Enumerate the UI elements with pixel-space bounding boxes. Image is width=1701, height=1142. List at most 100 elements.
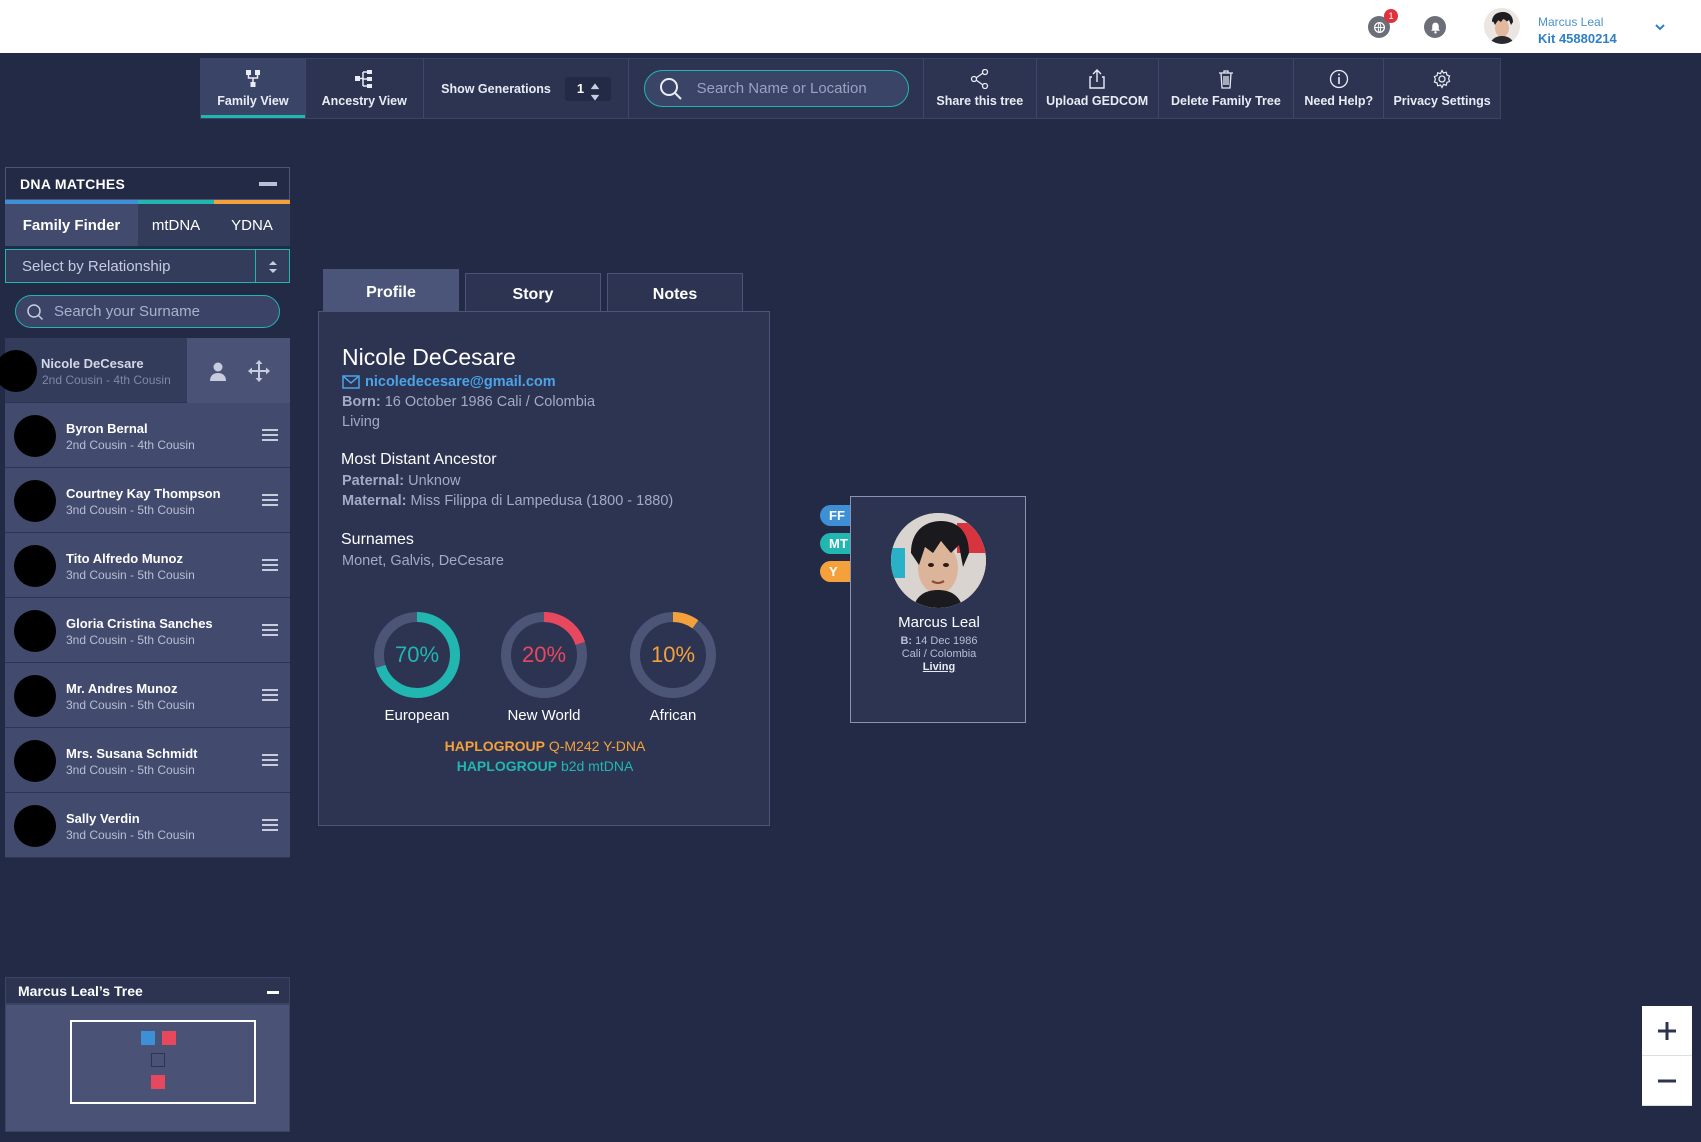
dna-tabs: Family Finder mtDNA YDNA [5, 204, 290, 246]
match-relation: 3nd Cousin - 5th Cousin [66, 828, 195, 842]
avatar [14, 545, 56, 587]
profile-email-link[interactable]: nicoledecesare@gmail.com [342, 374, 556, 390]
search-icon [27, 303, 44, 320]
profile-name: Nicole DeCesare [342, 344, 516, 370]
stepper-arrows-icon[interactable] [585, 82, 605, 102]
profile-status: Living [342, 414, 380, 430]
hamburger-icon[interactable] [262, 624, 278, 636]
tab-notes[interactable]: Notes [607, 273, 743, 315]
dna-matches-title: DNA MATCHES [20, 175, 126, 192]
mini-tree-map[interactable] [5, 1004, 290, 1132]
list-item[interactable]: Mrs. Susana Schmidt 3nd Cousin - 5th Cou… [5, 728, 290, 793]
surnames-value: Monet, Galvis, DeCesare [342, 553, 504, 569]
haplogroup-label: HAPLOGROUP [456, 758, 558, 774]
match-name: Gloria Cristina Sanches [66, 616, 213, 631]
envelope-icon [342, 375, 360, 389]
delete-tree-button[interactable]: Delete Family Tree [1159, 59, 1295, 118]
profile-born: Born: 16 October 1986 Cali / Colombia [342, 394, 595, 410]
hamburger-icon[interactable] [262, 559, 278, 571]
ydna-haplogroup: HAPLOGROUP Q-M242 Y-DNA [319, 738, 771, 754]
list-item[interactable]: Tito Alfredo Munoz 3nd Cousin - 5th Cous… [5, 533, 290, 598]
hamburger-icon[interactable] [262, 689, 278, 701]
match-list: Nicole DeCesare 2nd Cousin - 4th Cousin … [0, 338, 290, 858]
minus-icon [1658, 1079, 1676, 1082]
share-tree-button[interactable]: Share this tree [924, 59, 1037, 118]
select-arrows-icon [269, 261, 277, 273]
mini-node [141, 1031, 155, 1045]
bell-icon[interactable] [1424, 16, 1446, 38]
ethnicity-label: European [384, 707, 450, 724]
node-status-link[interactable]: Living [851, 661, 1027, 673]
notification-badge: 1 [1384, 9, 1398, 23]
need-help-label: Need Help? [1304, 94, 1374, 108]
profile-email: nicoledecesare@gmail.com [365, 374, 556, 390]
surname-search-input[interactable]: Search your Surname [15, 295, 280, 328]
collapse-icon[interactable] [259, 182, 277, 186]
match-relation: 3nd Cousin - 5th Cousin [66, 503, 195, 517]
tab-story[interactable]: Story [465, 273, 601, 315]
list-item[interactable]: Mr. Andres Munoz 3nd Cousin - 5th Cousin [5, 663, 290, 728]
avatar[interactable] [1484, 8, 1520, 44]
haplogroup-label: HAPLOGROUP [444, 738, 545, 754]
avatar [14, 675, 56, 717]
mtdna-value: b2d mtDNA [560, 758, 634, 774]
hamburger-icon[interactable] [262, 429, 278, 441]
maternal-line: Maternal: Miss Filippa di Lampedusa (180… [342, 493, 673, 509]
avatar [14, 740, 56, 782]
hamburger-icon[interactable] [262, 494, 278, 506]
user-name[interactable]: Marcus Leal [1538, 15, 1603, 29]
match-relation: 3nd Cousin - 5th Cousin [66, 633, 195, 647]
surname-search-placeholder: Search your Surname [54, 303, 200, 320]
ethnicity-label: New World [507, 707, 581, 724]
viewport-frame[interactable] [70, 1020, 256, 1104]
list-item[interactable]: Nicole DeCesare 2nd Cousin - 4th Cousin [0, 338, 290, 403]
avatar [14, 480, 56, 522]
paternal-value: Unknow [408, 473, 461, 489]
zoom-out-button[interactable] [1642, 1056, 1692, 1106]
family-tree-icon [245, 70, 260, 87]
collapse-icon[interactable] [267, 991, 279, 994]
ancestry-view-button[interactable]: Ancestry View [306, 59, 424, 118]
match-name: Mrs. Susana Schmidt [66, 746, 198, 761]
tab-ydna[interactable]: YDNA [214, 204, 290, 246]
delete-tree-label: Delete Family Tree [1171, 94, 1281, 108]
zoom-in-button[interactable] [1642, 1006, 1692, 1056]
tab-mtdna[interactable]: mtDNA [138, 204, 214, 246]
tab-profile[interactable]: Profile [323, 269, 459, 315]
match-relation: 2nd Cousin - 4th Cousin [42, 373, 171, 387]
privacy-settings-button[interactable]: Privacy Settings [1384, 59, 1500, 118]
relationship-select[interactable]: Select by Relationship [5, 249, 290, 283]
list-item[interactable]: Courtney Kay Thompson 3nd Cousin - 5th C… [5, 468, 290, 533]
list-item[interactable]: Gloria Cristina Sanches 3nd Cousin - 5th… [5, 598, 290, 663]
match-relation: 3nd Cousin - 5th Cousin [66, 568, 195, 582]
show-generations: Show Generations 1 [424, 59, 630, 118]
hamburger-icon[interactable] [262, 754, 278, 766]
user-kit[interactable]: Kit 45880214 [1538, 31, 1617, 46]
upload-gedcom-button[interactable]: Upload GEDCOM [1037, 59, 1159, 118]
hamburger-icon[interactable] [262, 819, 278, 831]
match-name: Byron Bernal [66, 421, 148, 436]
family-view-button[interactable]: Family View [201, 59, 306, 118]
upload-gedcom-label: Upload GEDCOM [1046, 94, 1149, 108]
generations-stepper[interactable]: 1 [564, 76, 611, 102]
need-help-button[interactable]: Need Help? [1294, 59, 1385, 118]
move-icon[interactable] [248, 359, 271, 382]
ethnicity-percent: 20% [522, 642, 566, 667]
list-item[interactable]: Byron Bernal 2nd Cousin - 4th Cousin [5, 403, 290, 468]
list-item[interactable]: Sally Verdin 3nd Cousin - 5th Cousin [5, 793, 290, 858]
match-relation: 3nd Cousin - 5th Cousin [66, 763, 195, 777]
dna-matches-header: DNA MATCHES [5, 167, 290, 200]
node-born-value: 14 Dec 1986 [915, 635, 978, 647]
person-icon[interactable] [207, 360, 229, 382]
avatar [14, 415, 56, 457]
chevron-down-icon[interactable] [1654, 21, 1666, 33]
tree-search-input[interactable]: Search Name or Location [643, 70, 909, 107]
paternal-label: Paternal: [342, 473, 405, 489]
share-tree-label: Share this tree [936, 94, 1024, 108]
tab-family-finder[interactable]: Family Finder [5, 204, 138, 246]
tree-search-placeholder: Search Name or Location [696, 80, 867, 97]
node-born-label: B: [900, 635, 913, 647]
tree-node-card[interactable]: Marcus Leal B: 14 Dec 1986 Cali / Colomb… [850, 496, 1026, 723]
match-name: Nicole DeCesare [41, 356, 144, 371]
globe-icon[interactable]: 1 [1368, 9, 1398, 38]
